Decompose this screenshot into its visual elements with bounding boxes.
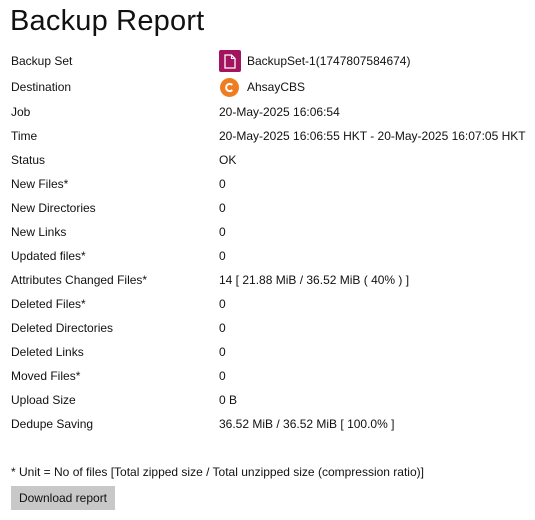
ahsay-cbs-icon	[220, 77, 239, 97]
job-label: Job	[11, 105, 31, 119]
new-directories-value: 0	[219, 201, 226, 215]
destination-text: AhsayCBS	[247, 80, 306, 94]
status-label: Status	[11, 153, 46, 167]
deleted-directories-label: Deleted Directories	[11, 321, 114, 335]
row-moved-files: Moved Files* 0	[11, 364, 531, 388]
new-files-value: 0	[219, 177, 226, 191]
page-title: Backup Report	[10, 5, 205, 37]
row-new-links: New Links 0	[11, 220, 531, 244]
backup-set-label: Backup Set	[11, 54, 73, 68]
row-new-directories: New Directories 0	[11, 196, 531, 220]
deleted-files-value: 0	[219, 297, 226, 311]
upload-size-label: Upload Size	[11, 393, 76, 407]
updated-files-value: 0	[219, 249, 226, 263]
time-label: Time	[11, 129, 38, 143]
download-report-button[interactable]: Download report	[11, 486, 115, 510]
row-job: Job 20-May-2025 16:06:54	[11, 100, 531, 124]
deleted-links-label: Deleted Links	[11, 345, 84, 359]
new-directories-label: New Directories	[11, 201, 96, 215]
deleted-files-label: Deleted Files*	[11, 297, 86, 311]
report-table: Backup Set BackupSet-1(1747807584674) De…	[11, 48, 531, 436]
moved-files-value: 0	[219, 369, 226, 383]
dedupe-saving-value: 36.52 MiB / 36.52 MiB [ 100.0% ]	[219, 417, 395, 431]
row-new-files: New Files* 0	[11, 172, 531, 196]
dedupe-saving-label: Dedupe Saving	[11, 417, 94, 431]
destination-value: AhsayCBS	[219, 74, 305, 100]
status-value: OK	[219, 153, 237, 167]
moved-files-label: Moved Files*	[11, 369, 81, 383]
attributes-changed-files-value: 14 [ 21.88 MiB / 36.52 MiB ( 40% ) ]	[219, 273, 410, 287]
new-files-label: New Files*	[11, 177, 69, 191]
row-destination: Destination AhsayCBS	[11, 74, 531, 100]
row-dedupe-saving: Dedupe Saving 36.52 MiB / 36.52 MiB [ 10…	[11, 412, 531, 436]
upload-size-value: 0 B	[219, 393, 238, 407]
row-deleted-links: Deleted Links 0	[11, 340, 531, 364]
row-upload-size: Upload Size 0 B	[11, 388, 531, 412]
file-icon	[219, 50, 241, 72]
row-updated-files: Updated files* 0	[11, 244, 531, 268]
unit-footnote: * Unit = No of files [Total zipped size …	[11, 465, 424, 479]
row-deleted-directories: Deleted Directories 0	[11, 316, 531, 340]
attributes-changed-files-label: Attributes Changed Files*	[11, 273, 148, 287]
backup-set-text: BackupSet-1(1747807584674)	[247, 54, 411, 68]
deleted-links-value: 0	[219, 345, 226, 359]
row-deleted-files: Deleted Files* 0	[11, 292, 531, 316]
row-attributes-changed-files: Attributes Changed Files* 14 [ 21.88 MiB…	[11, 268, 531, 292]
row-backup-set: Backup Set BackupSet-1(1747807584674)	[11, 48, 531, 74]
new-links-value: 0	[219, 225, 226, 239]
row-time: Time 20-May-2025 16:06:55 HKT - 20-May-2…	[11, 124, 531, 148]
destination-label: Destination	[11, 80, 72, 94]
deleted-directories-value: 0	[219, 321, 226, 335]
updated-files-label: Updated files*	[11, 249, 86, 263]
row-status: Status OK	[11, 148, 531, 172]
time-value: 20-May-2025 16:06:55 HKT - 20-May-2025 1…	[219, 129, 526, 143]
new-links-label: New Links	[11, 225, 67, 239]
job-value: 20-May-2025 16:06:54	[219, 105, 340, 119]
backup-set-value: BackupSet-1(1747807584674)	[219, 48, 410, 74]
